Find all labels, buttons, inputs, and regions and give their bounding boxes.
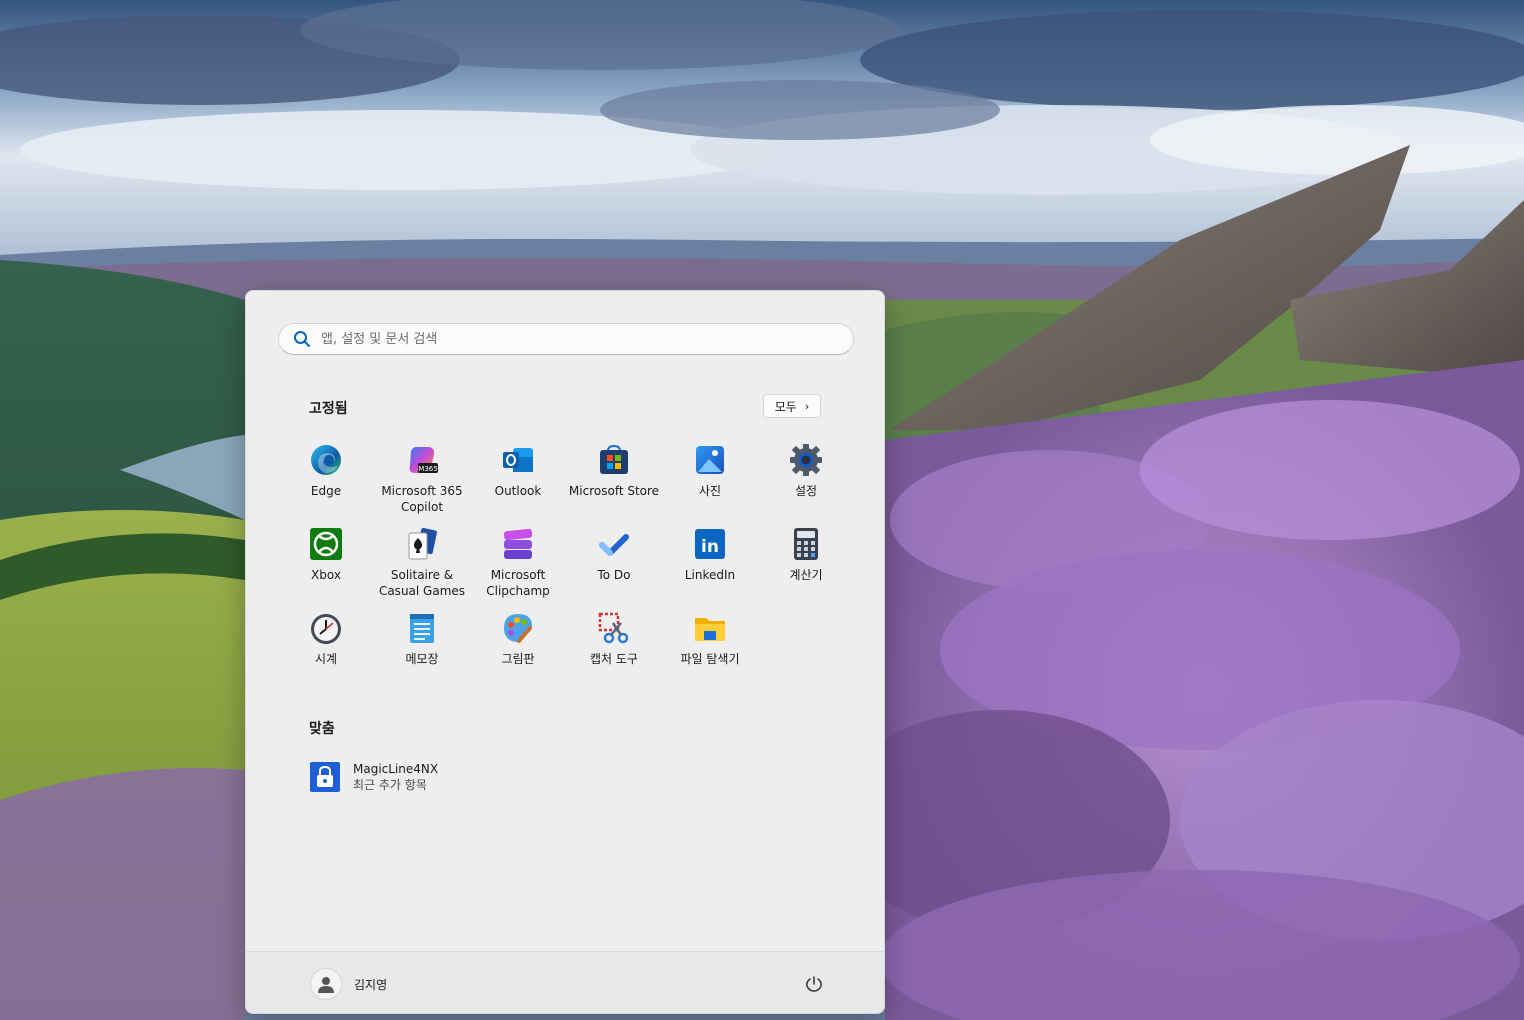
pinned-section-title: 고정됨: [309, 401, 348, 417]
calculator-icon: [789, 527, 823, 561]
search-box[interactable]: [278, 323, 854, 355]
pinned-app-microsoft-store[interactable]: Microsoft Store: [566, 439, 662, 523]
pinned-app-clipchamp[interactable]: Microsoft Clipchamp: [470, 523, 566, 607]
lock-app-icon: [309, 761, 341, 793]
avatar: [310, 968, 342, 1000]
file-explorer-icon: [693, 611, 727, 645]
search-input[interactable]: [321, 331, 853, 347]
edge-icon: [309, 443, 343, 477]
pinned-app-outlook[interactable]: Outlook: [470, 439, 566, 523]
app-label: To Do: [597, 568, 631, 582]
linkedin-badge: in: [701, 537, 719, 557]
store-icon: [597, 443, 631, 477]
app-label: LinkedIn: [684, 568, 736, 582]
pinned-app-m365-copilot[interactable]: M365 Microsoft 365 Copilot: [374, 439, 470, 523]
linkedin-icon: in: [693, 527, 727, 561]
recommended-item-name: MagicLine4NX: [353, 762, 439, 776]
all-apps-label: 모두: [774, 399, 797, 414]
recommended-item[interactable]: MagicLine4NX 최근 추가 항목: [309, 761, 438, 793]
xbox-icon: [309, 527, 343, 561]
pinned-app-snipping-tool[interactable]: 캡처 도구: [566, 607, 662, 691]
recommended-item-subtitle: 최근 추가 항목: [353, 778, 427, 792]
pinned-apps-grid: Edge M365 Microsoft 365 Copilot Outlook: [278, 439, 854, 691]
photos-icon: [693, 443, 727, 477]
app-label: 캡처 도구: [590, 652, 638, 666]
start-footer: 김지영: [246, 951, 884, 1013]
app-label: 그림판: [501, 652, 535, 666]
app-label: 시계: [314, 652, 338, 666]
pinned-app-solitaire[interactable]: Solitaire & Casual Games: [374, 523, 470, 607]
paint-icon: [501, 611, 535, 645]
app-label: 메모장: [405, 652, 439, 666]
m365-badge: M365: [418, 465, 437, 473]
recommended-section-title: 맞춤: [309, 721, 335, 737]
pinned-app-calculator[interactable]: 계산기: [758, 523, 854, 607]
all-apps-button[interactable]: 모두 ›: [763, 394, 821, 418]
user-icon: [318, 977, 334, 993]
snipping-tool-icon: [597, 611, 631, 645]
user-name: 김지영: [354, 977, 388, 992]
pinned-app-settings[interactable]: 설정: [758, 439, 854, 523]
clock-icon: [309, 611, 343, 645]
app-label: Microsoft Store: [568, 484, 660, 498]
pinned-app-paint[interactable]: 그림판: [470, 607, 566, 691]
app-label: 설정: [794, 484, 818, 498]
pinned-app-file-explorer[interactable]: 파일 탐색기: [662, 607, 758, 691]
todo-icon: [597, 527, 631, 561]
clipchamp-icon: [501, 527, 535, 561]
search-icon: [294, 331, 310, 347]
pinned-app-photos[interactable]: 사진: [662, 439, 758, 523]
app-label: Edge: [310, 484, 342, 498]
pinned-app-edge[interactable]: Edge: [278, 439, 374, 523]
pinned-app-clock[interactable]: 시계: [278, 607, 374, 691]
chevron-right-icon: ›: [804, 399, 810, 413]
pinned-app-xbox[interactable]: Xbox: [278, 523, 374, 607]
start-menu: 고정됨 모두 › Edge M365 Microsoft 365 Copilot: [245, 290, 885, 1014]
power-button[interactable]: [802, 972, 826, 996]
solitaire-icon: [405, 527, 439, 561]
power-icon: [806, 976, 822, 992]
app-label: Xbox: [311, 568, 341, 582]
notepad-icon: [405, 611, 439, 645]
pinned-app-notepad[interactable]: 메모장: [374, 607, 470, 691]
app-label: Outlook: [494, 484, 542, 498]
app-label: 사진: [698, 484, 722, 498]
outlook-icon: [501, 443, 535, 477]
m365-copilot-icon: M365: [405, 443, 439, 477]
pinned-app-linkedin[interactable]: in LinkedIn: [662, 523, 758, 607]
app-label: Microsoft 365 Copilot: [381, 484, 463, 514]
settings-gear-icon: [789, 443, 823, 477]
app-label: Solitaire & Casual Games: [378, 568, 466, 598]
app-label: Microsoft Clipchamp: [486, 568, 550, 598]
user-account-button[interactable]: 김지영: [310, 968, 387, 1000]
app-label: 파일 탐색기: [680, 652, 740, 666]
app-label: 계산기: [789, 568, 823, 582]
pinned-app-todo[interactable]: To Do: [566, 523, 662, 607]
